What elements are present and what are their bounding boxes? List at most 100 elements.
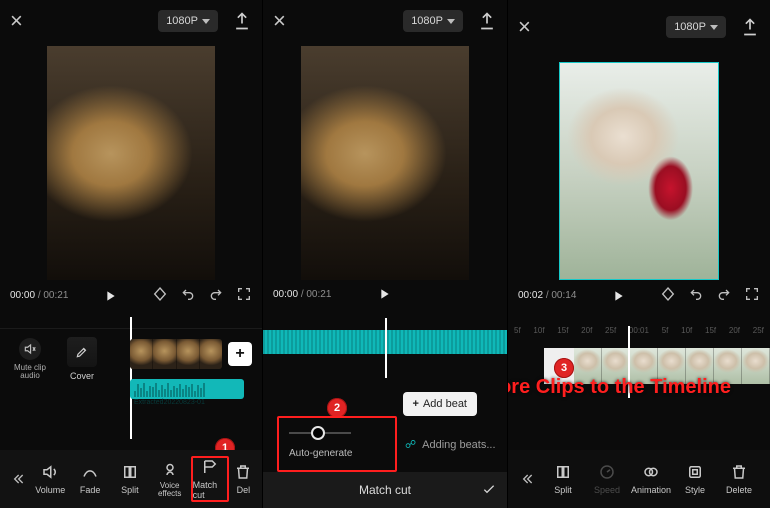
top-right-controls: 1080P: [158, 10, 252, 32]
preview-tools: [152, 286, 252, 305]
chevron-down-icon: [710, 25, 718, 30]
undo-icon[interactable]: [180, 286, 196, 305]
resolution-dropdown[interactable]: 1080P: [403, 10, 463, 32]
export-icon[interactable]: [477, 11, 497, 31]
speed-label: Speed: [594, 485, 620, 495]
panel-2: × 1080P 00:00 / 00:21 2 + Add beat: [262, 0, 507, 508]
bottom-toolbar: Volume Fade Split Voice effects Match cu…: [0, 450, 262, 508]
close-icon[interactable]: ×: [10, 8, 23, 34]
animation-label: Animation: [631, 485, 671, 495]
time-total: 00:21: [306, 289, 331, 300]
mute-clip-audio-button[interactable]: Mute clip audio: [8, 338, 52, 380]
link-icon: ☍: [405, 438, 416, 451]
edit-icon: [67, 337, 97, 367]
callout-badge-3: 3: [554, 358, 574, 378]
adding-beats-label: Adding beats...: [422, 439, 495, 451]
style-label: Style: [685, 485, 705, 495]
delete-label: Delete: [726, 485, 752, 495]
style-button[interactable]: Style: [674, 456, 716, 502]
time-current: 00:00: [10, 290, 35, 301]
panel-1: × 1080P 00:00 / 00:21: [0, 0, 262, 508]
play-button[interactable]: [376, 286, 392, 302]
redo-icon[interactable]: [208, 286, 224, 305]
back-chevron-icon[interactable]: [6, 459, 29, 499]
fade-label: Fade: [80, 485, 101, 495]
split-label: Split: [121, 485, 139, 495]
time-current: 00:00: [273, 289, 298, 300]
video-preview[interactable]: [301, 46, 469, 280]
voice-effects-button[interactable]: Voice effects: [151, 456, 189, 502]
chevron-down-icon: [447, 19, 455, 24]
split-button[interactable]: Split: [542, 456, 584, 502]
keyframe-icon[interactable]: [660, 286, 676, 305]
play-button[interactable]: [102, 288, 118, 304]
time-row: 00:00 / 00:21: [263, 280, 507, 306]
chevron-down-icon: [202, 19, 210, 24]
auto-generate-control[interactable]: Auto-generate: [277, 416, 397, 472]
time-current: 00:02: [518, 290, 543, 301]
speed-button[interactable]: Speed: [586, 456, 628, 502]
resolution-dropdown[interactable]: 1080P: [666, 16, 726, 38]
keyframe-icon[interactable]: [152, 286, 168, 305]
fullscreen-icon[interactable]: [744, 286, 760, 305]
time-row: 00:00 / 00:21: [0, 280, 262, 309]
top-bar: × 1080P: [263, 0, 507, 42]
match-cut-button[interactable]: Match cut: [191, 456, 229, 502]
add-beat-button[interactable]: + Add beat: [403, 392, 477, 416]
video-clip[interactable]: [130, 339, 222, 369]
resolution-label: 1080P: [166, 15, 198, 27]
timeline-ruler: 5f10f15f20f25f00:015f10f15f20f25f: [508, 326, 770, 342]
callout-badge-2: 2: [327, 398, 347, 418]
bottom-toolbar: Split Speed Animation Style Delete: [508, 450, 770, 508]
voice-effects-label: Voice effects: [151, 482, 189, 498]
confirm-check-icon[interactable]: [481, 481, 497, 500]
close-icon[interactable]: ×: [518, 14, 531, 40]
callout-headline: Add More Clips to the Timeline: [507, 376, 770, 399]
close-icon[interactable]: ×: [273, 8, 286, 34]
fullscreen-icon[interactable]: [236, 286, 252, 305]
add-clip-button[interactable]: +: [228, 342, 252, 366]
resolution-dropdown[interactable]: 1080P: [158, 10, 218, 32]
auto-generate-slider[interactable]: [289, 426, 351, 440]
split-button[interactable]: Split: [111, 456, 149, 502]
top-bar: × 1080P: [508, 6, 770, 48]
redo-icon[interactable]: [716, 286, 732, 305]
panel-3: × 1080P 00:02 / 00:14: [507, 0, 770, 508]
export-icon[interactable]: [740, 17, 760, 37]
playhead[interactable]: [385, 318, 387, 378]
cover-label: Cover: [70, 371, 94, 381]
auto-generate-label: Auto-generate: [289, 448, 385, 459]
time-row: 00:02 / 00:14: [508, 280, 770, 309]
delete-button[interactable]: Delete: [718, 456, 760, 502]
speaker-mute-icon: [19, 338, 41, 360]
animation-button[interactable]: Animation: [630, 456, 672, 502]
resolution-label: 1080P: [674, 21, 706, 33]
mute-clip-label: Mute clip audio: [8, 364, 52, 380]
add-beat-label: Add beat: [423, 398, 467, 410]
top-bar: × 1080P: [0, 0, 262, 42]
volume-button[interactable]: Volume: [31, 456, 69, 502]
back-chevron-icon[interactable]: [514, 459, 540, 499]
undo-icon[interactable]: [688, 286, 704, 305]
export-icon[interactable]: [232, 11, 252, 31]
audio-clip-label: Extracted20220823-01: [134, 399, 205, 406]
match-cut-bar: Match cut: [263, 472, 507, 508]
video-preview[interactable]: [47, 46, 215, 280]
time-display: 00:00 / 00:21: [10, 290, 68, 301]
fade-button[interactable]: Fade: [71, 456, 109, 502]
time-total: 00:14: [551, 290, 576, 301]
slider-knob-icon[interactable]: [311, 426, 325, 440]
match-cut-label: Match cut: [193, 480, 227, 500]
cover-button[interactable]: Cover: [62, 337, 102, 381]
resolution-label: 1080P: [411, 15, 443, 27]
audio-clip[interactable]: [130, 379, 244, 399]
play-button[interactable]: [610, 288, 626, 304]
timeline[interactable]: Mute clip audio Cover + Extracted2022082…: [0, 309, 262, 439]
match-cut-title: Match cut: [359, 483, 411, 497]
video-preview[interactable]: [559, 62, 719, 280]
delete-button[interactable]: Del: [231, 456, 256, 502]
time-total: 00:21: [43, 290, 68, 301]
adding-beats-status: ☍ Adding beats...: [405, 438, 496, 451]
split-label: Split: [554, 485, 572, 495]
delete-label: Del: [237, 485, 251, 495]
